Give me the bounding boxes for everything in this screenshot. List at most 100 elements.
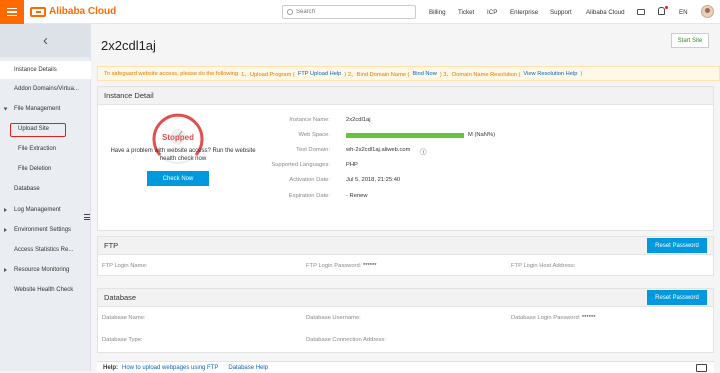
sidebar-item-label: Instance Details [14, 67, 57, 73]
sidebar-item-label: Addon Domains/Virtua... [14, 86, 79, 92]
sidebar-item-addon-domains[interactable]: Addon Domains/Virtua... [0, 80, 91, 98]
ftp-upload-help-link[interactable]: FTP Upload Help [298, 71, 342, 77]
help-footer: Help: How to upload webpages using FTP D… [97, 361, 714, 373]
notice-banner: To safeguard website access, please do t… [97, 66, 720, 81]
health-check-prompt: Have a problem with website access? Run … [110, 148, 256, 162]
ftp-login-name-label: FTP Login Name: [102, 263, 148, 269]
database-panel: Database Reset Password Database Name: D… [97, 288, 714, 353]
nav-ticket[interactable]: Ticket [458, 9, 474, 16]
database-name-label: Database Name: [102, 315, 146, 321]
test-domain-value: wh-2x2cdl1aj.aliweb.com [346, 147, 411, 153]
view-resolution-help-link[interactable]: View Resolution Help [523, 71, 577, 77]
sidebar-item-file-extraction[interactable]: File Extraction [0, 140, 91, 158]
sidebar-item-website-health-check[interactable]: Website Health Check [0, 281, 91, 299]
expand-arrow-icon [4, 268, 7, 272]
check-now-button[interactable]: Check Now [147, 171, 209, 186]
avatar[interactable] [701, 5, 714, 18]
renew-link[interactable]: - Renew [346, 193, 368, 199]
alibaba-logo-icon [30, 6, 46, 17]
ftp-login-password-text: FTP Login Password: [306, 263, 362, 269]
notification-dot [665, 6, 668, 9]
database-password-value: ****** [581, 315, 596, 321]
nav-enterprise[interactable]: Enterprise [510, 9, 538, 16]
instance-name-label: Instance Name: [289, 117, 330, 123]
main-content: 2x2cdl1aj Start Site To safeguard websit… [91, 24, 720, 373]
nav-icp[interactable]: ICP [487, 9, 497, 16]
nav-alibaba-cloud[interactable]: Alibaba Cloud [586, 9, 625, 16]
sidebar-item-resource-monitoring[interactable]: Resource Monitoring [0, 261, 91, 279]
search-input[interactable] [296, 9, 406, 15]
brand-logo[interactable]: Alibaba Cloud [30, 6, 116, 17]
web-space-fill [346, 133, 464, 138]
ftp-heading: FTP [98, 237, 713, 255]
top-bar: Alibaba Cloud Billing Ticket ICP Enterpr… [0, 0, 720, 24]
bell-icon[interactable] [658, 7, 665, 15]
info-icon[interactable]: ⓘ [420, 146, 427, 156]
sidebar-item-label: File Deletion [18, 166, 52, 172]
activation-label: Activation Date: [289, 177, 330, 183]
sidebar: ‹ Instance Details Addon Domains/Virtua.… [0, 24, 91, 371]
database-password-text: Database Login Password: [511, 315, 581, 321]
instance-detail-heading: Instance Detail [98, 87, 713, 105]
expiration-label: Expiration Date: [288, 193, 330, 199]
notice-step1: 1、Upload Program ( [241, 72, 295, 78]
ftp-panel: FTP Reset Password FTP Login Name: FTP L… [97, 236, 714, 276]
sidebar-item-instance-details[interactable]: Instance Details [0, 61, 91, 79]
expand-arrow-icon [4, 228, 7, 232]
highlight-box [10, 123, 66, 137]
sidebar-item-file-deletion[interactable]: File Deletion [0, 160, 91, 178]
search-box[interactable] [282, 5, 416, 19]
instance-detail-panel: Instance Detail Stopped Have a problem w… [97, 86, 714, 231]
activation-value: Jul 5, 2018, 21:25:40 [346, 177, 401, 183]
sidebar-item-access-statistics[interactable]: Access Statistics Re... [0, 241, 91, 259]
notice-step3: ) 3、Domain Name Resolution ( [439, 72, 521, 78]
sidebar-item-file-management[interactable]: File Management [0, 100, 91, 118]
nav-billing[interactable]: Billing [429, 9, 446, 16]
web-space-value: M (NaN%) [468, 132, 496, 138]
sidebar-item-log-management[interactable]: Log Management [0, 201, 91, 219]
ftp-login-password-value: ****** [362, 263, 377, 269]
web-space-bar [346, 133, 464, 138]
instance-name-value: 2x2cdl1aj [346, 117, 371, 123]
bind-now-link[interactable]: Bind Now [412, 71, 436, 77]
database-reset-password-button[interactable]: Reset Password [647, 290, 707, 305]
ftp-upload-help-footer-link[interactable]: How to upload webpages using FTP [122, 365, 218, 371]
language-switch[interactable]: EN [679, 9, 688, 16]
status-text: Stopped [162, 133, 194, 142]
help-label: Help: [103, 364, 118, 371]
sidebar-item-label: Log Management [14, 207, 61, 213]
database-password-label: Database Login Password: ****** [511, 315, 595, 321]
search-icon [287, 9, 293, 15]
ftp-login-password-label: FTP Login Password: ****** [306, 263, 376, 269]
start-site-button[interactable]: Start Site [671, 33, 709, 48]
page-title: 2x2cdl1aj [101, 38, 156, 53]
ftp-host-address-label: FTP Login Host Address: [511, 263, 576, 269]
menu-icon[interactable] [0, 0, 24, 24]
sidebar-item-environment-settings[interactable]: Environment Settings [0, 221, 91, 239]
sidebar-item-label: Database [14, 186, 40, 192]
expand-arrow-icon [4, 208, 7, 212]
sidebar-item-label: Environment Settings [14, 227, 72, 233]
database-connection-label: Database Connection Address: [306, 337, 386, 343]
sidebar-item-label: Resource Monitoring [14, 267, 70, 273]
web-space-label: Web Space: [298, 132, 330, 138]
brand-name: Alibaba Cloud [49, 6, 117, 17]
database-heading: Database [98, 289, 713, 307]
back-chevron-icon[interactable]: ‹ [0, 24, 91, 57]
sidebar-item-label: File Extraction [18, 146, 57, 152]
sidebar-item-label: Access Statistics Re... [14, 247, 74, 253]
sidebar-item-label: File Management [14, 106, 61, 112]
languages-label: Supported Languages: [271, 162, 330, 168]
collapse-sidebar-icon[interactable] [84, 214, 90, 220]
notice-close: ) [580, 70, 583, 77]
languages-value: PHP [346, 162, 358, 168]
database-help-link[interactable]: Database Help [228, 365, 268, 371]
terminal-icon[interactable] [637, 9, 645, 15]
database-type-label: Database Type: [102, 337, 143, 343]
notice-intro: To safeguard website access, please do t… [104, 70, 239, 77]
sidebar-item-database[interactable]: Database [0, 180, 91, 198]
database-username-label: Database Username: [306, 315, 361, 321]
ftp-reset-password-button[interactable]: Reset Password [647, 238, 707, 253]
expand-arrow-icon [3, 107, 8, 111]
nav-support[interactable]: Support [550, 9, 572, 16]
